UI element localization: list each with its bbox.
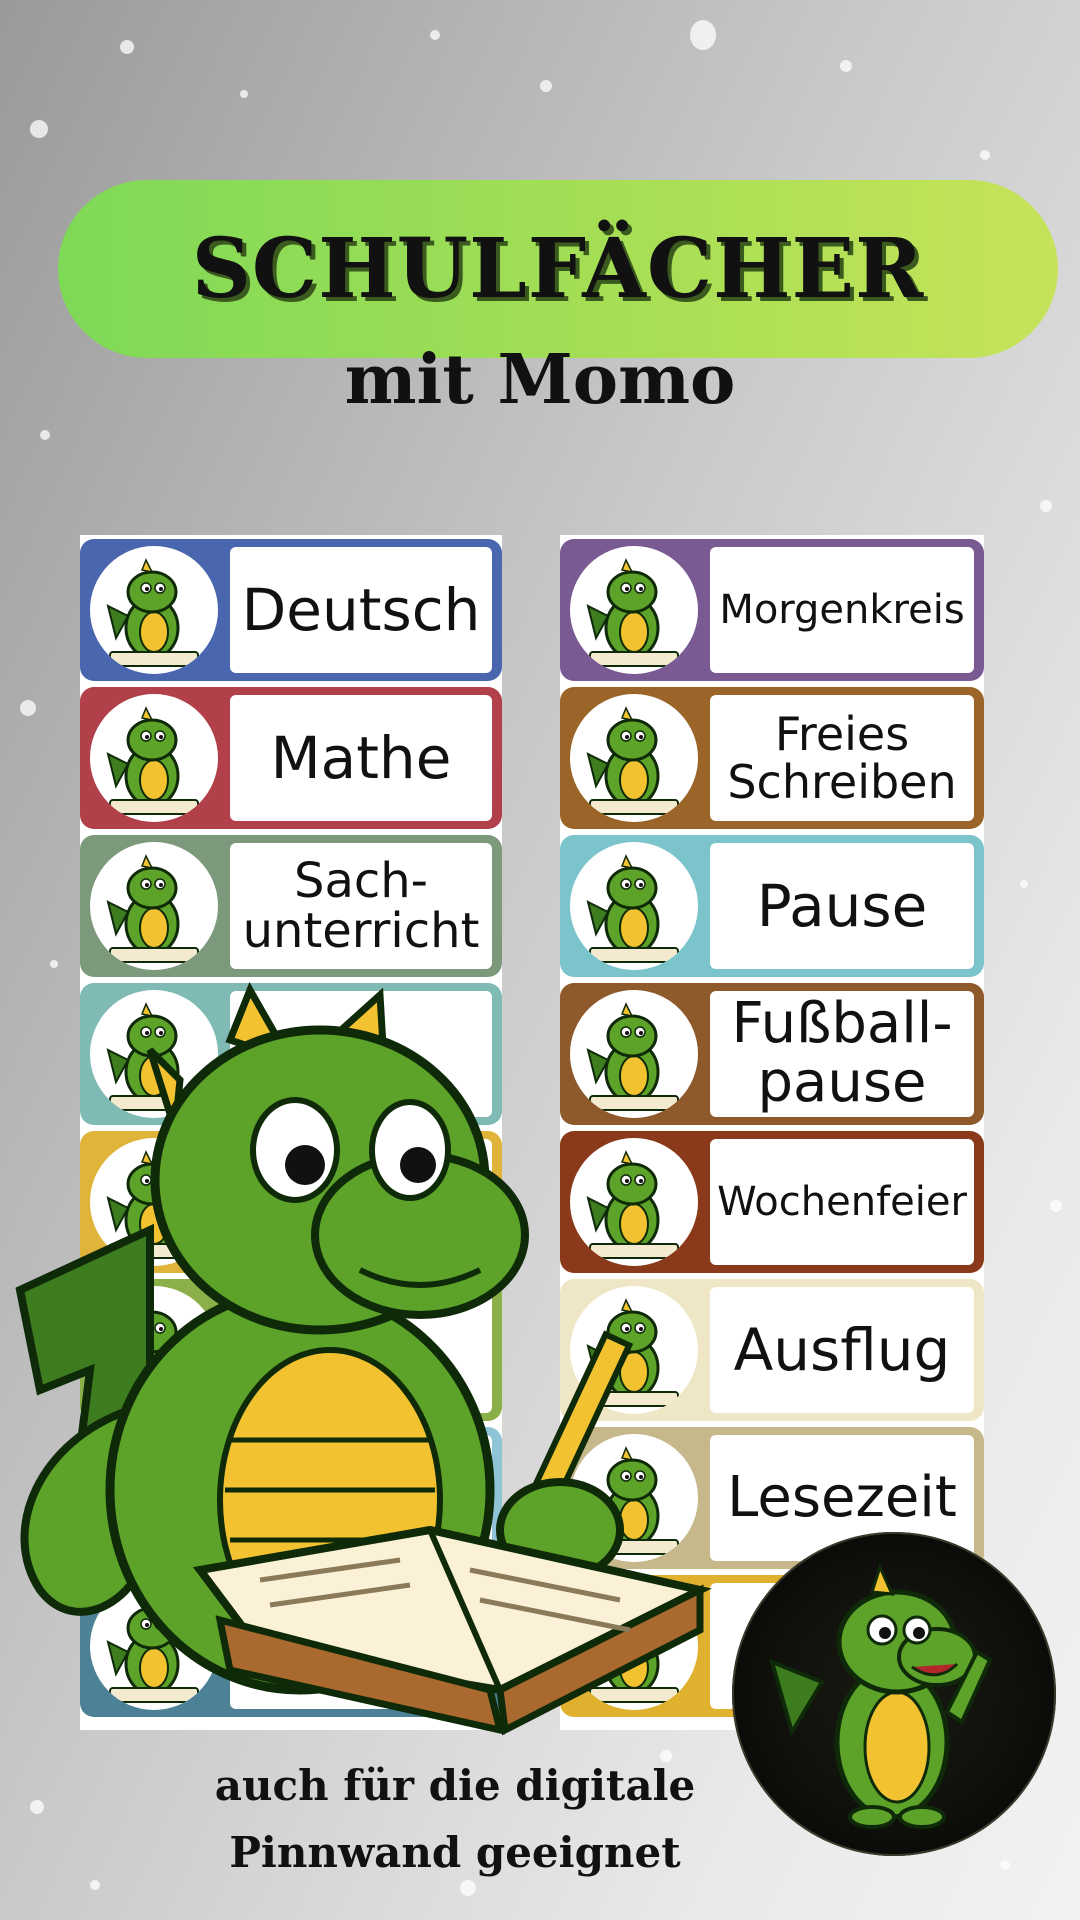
subject-label: Wochenfeier [710, 1139, 974, 1265]
subject-label: Ausflug [710, 1287, 974, 1413]
dragons-morning-circle-icon [570, 546, 698, 674]
dragon-writing-abc-icon [90, 546, 218, 674]
subject-label: Sach- unterricht [230, 843, 492, 969]
subject-card: Sach- unterricht [80, 835, 502, 977]
footer-text: auch für die digitale Pinnwand geeignet [180, 1752, 730, 1886]
subject-label: Freies Schreiben [710, 695, 974, 821]
page-title: SCHULFÄCHER [191, 221, 925, 317]
subject-label: Deutsch [230, 547, 492, 673]
subject-label: Morgenkreis [710, 547, 974, 673]
dragon-reading-book-icon [15, 981, 712, 1736]
footer-line-2: Pinnwand geeignet [229, 1828, 681, 1878]
dragons-playground-icon [570, 842, 698, 970]
subject-card: Pause [560, 835, 984, 977]
dragon-writing-icon [570, 694, 698, 822]
dragon-waving-badge-icon [768, 1562, 993, 1829]
subject-label: Fußball- pause [710, 991, 974, 1117]
subject-card: Freies Schreiben [560, 687, 984, 829]
subject-card: Morgenkreis [560, 539, 984, 681]
dragon-numbers-icon [90, 694, 218, 822]
dragon-waving-badge [732, 1532, 1056, 1856]
footer-line-1: auch für die digitale [214, 1761, 696, 1810]
subject-label: Mathe [230, 695, 492, 821]
dragon-traffic-signs-icon [90, 842, 218, 970]
subject-label: Pause [710, 843, 974, 969]
subject-card: Deutsch [80, 539, 502, 681]
page-subtitle: mit Momo [344, 340, 736, 420]
title-banner: SCHULFÄCHER [58, 180, 1058, 358]
subject-card: Mathe [80, 687, 502, 829]
